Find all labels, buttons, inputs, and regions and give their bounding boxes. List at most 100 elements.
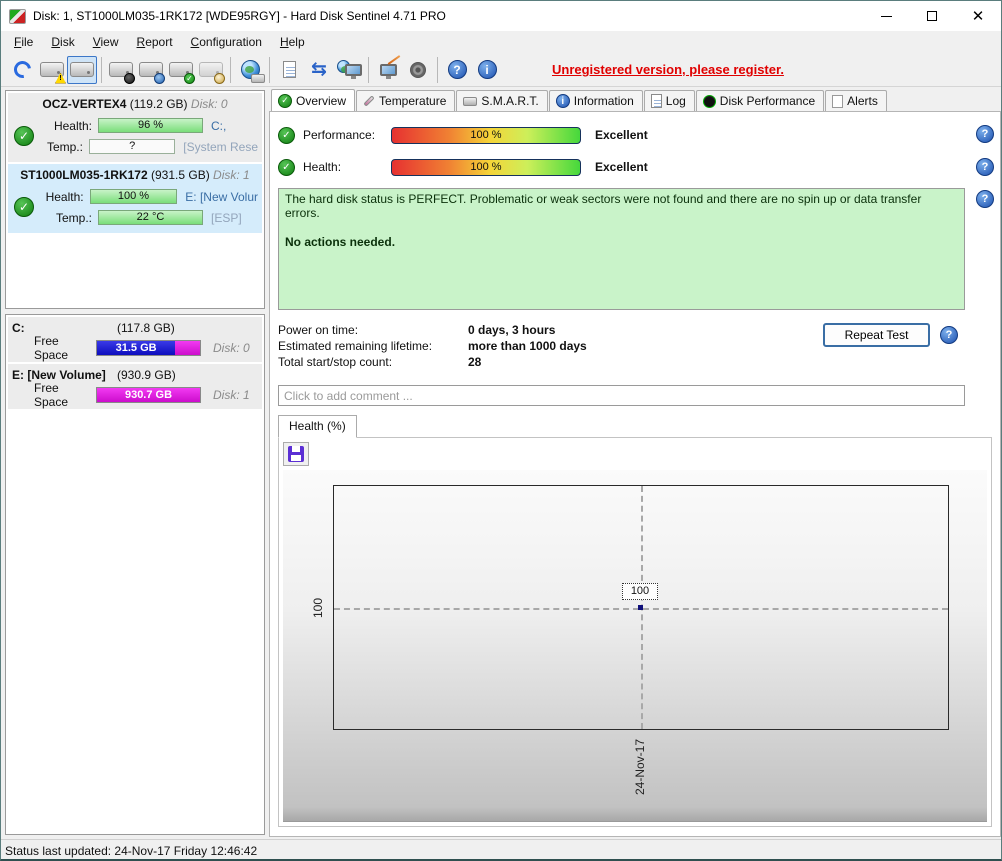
window-title: Disk: 1, ST1000LM035-1RK172 [WDE95RGY] -… [33,9,863,23]
repeat-test-button[interactable]: Repeat Test [823,323,930,347]
temperature-tab-icon [363,95,374,106]
disk-search-icon[interactable] [196,56,226,84]
tab-information[interactable]: i Information [549,90,643,111]
health-chart-tab[interactable]: Health (%) [278,415,357,438]
power-on-time-label: Power on time: [278,322,468,338]
status-message: The hard disk status is PERFECT. Problem… [285,192,958,220]
report-icon[interactable] [274,56,304,84]
temp-label: Temp.: [42,140,83,154]
menu-report[interactable]: Report [128,33,182,51]
information-icon[interactable]: i [472,56,502,84]
menu-view[interactable]: View [84,33,128,51]
disk-size: (119.2 GB) [130,97,188,111]
disk-performance-tab-icon [703,95,716,108]
performance-rating: Excellent [595,128,648,142]
disk-status-textbox: The hard disk status is PERFECT. Problem… [278,188,965,310]
partition-list-panel: C: (117.8 GB) Free Space 31.5 GB Disk: 0 [5,314,265,835]
remaining-lifetime-label: Estimated remaining lifetime: [278,338,468,354]
disk-accept-icon[interactable]: ✓ [166,56,196,84]
disk-item-1-selected[interactable]: ST1000LM035-1RK172 (931.5 GB) Disk: 1 ✓ … [8,164,262,233]
log-tab-icon [651,94,662,108]
free-space-bar: 930.7 GB [96,387,201,403]
unregistered-link[interactable]: Unregistered version, please register. [552,62,784,77]
app-logo-icon [9,9,26,24]
status-bar: Status last updated: 24-Nov-17 Friday 12… [1,839,1001,861]
disk-gauge-icon[interactable] [106,56,136,84]
smart-tab-icon [463,97,477,106]
health-help-icon[interactable]: ? [976,158,994,176]
tab-temperature[interactable]: Temperature [356,90,455,111]
tab-alerts[interactable]: Alerts [825,90,887,111]
performance-help-icon[interactable]: ? [976,125,994,143]
temp-label: Temp.: [42,211,92,225]
partition-disk-number: Disk: 1 [213,388,250,402]
disk-list-panel: OCZ-VERTEX4 (119.2 GB) Disk: 0 ✓ Health:… [5,90,265,309]
tab-disk-performance[interactable]: Disk Performance [696,90,824,111]
disk-test-icon[interactable] [373,56,403,84]
minimize-button[interactable] [863,1,909,31]
comment-input[interactable] [278,385,965,406]
refresh-icon[interactable] [7,56,37,84]
disk-number: Disk: 1 [213,168,250,182]
tab-smart[interactable]: S.M.A.R.T. [456,90,547,111]
disk-size: (931.5 GB) [151,168,210,182]
disk-ok-icon: ✓ [14,126,34,146]
chart-point-label: 100 [622,583,658,600]
status-help-icon[interactable]: ? [976,190,994,208]
repeat-test-help-icon[interactable]: ? [940,326,958,344]
free-space-value: 930.7 GB [97,388,200,402]
temp-bar: 22 °C [98,210,203,225]
sounds-icon[interactable] [403,56,433,84]
tab-overview[interactable]: ✓ Overview [271,89,355,111]
tab-log[interactable]: Log [644,90,695,111]
free-space-value: 31.5 GB [97,341,175,355]
disk-item-0[interactable]: OCZ-VERTEX4 (119.2 GB) Disk: 0 ✓ Health:… [8,93,262,162]
health-bar: 100 % [391,159,581,176]
close-button[interactable]: ✕ [955,1,1001,31]
title-bar: Disk: 1, ST1000LM035-1RK172 [WDE95RGY] -… [1,1,1001,31]
overview-tab-icon: ✓ [278,94,292,108]
save-chart-button[interactable] [283,442,309,466]
menu-disk[interactable]: Disk [42,33,83,51]
close-icon: ✕ [972,9,985,24]
disk-volumes: C:, [211,119,226,133]
partition-item-c[interactable]: C: (117.8 GB) Free Space 31.5 GB Disk: 0 [8,317,262,362]
partition-size: (930.9 GB) [117,368,176,382]
alerts-tab-icon [832,95,843,108]
overview-panel: ✓ Performance: 100 % Excellent ? ✓ Healt… [269,111,1001,837]
health-chart: 100 24-Nov-17 100 [283,470,987,822]
disk-volumes-2: [System Rese [183,140,258,154]
partition-size: (117.8 GB) [117,321,175,335]
performance-ok-icon: ✓ [278,127,295,144]
network-disks-icon[interactable] [235,56,265,84]
health-label: Health: [42,190,84,204]
performance-bar: 100 % [391,127,581,144]
help-icon[interactable]: ? [442,56,472,84]
status-action: No actions needed. [285,235,958,249]
maximize-icon [927,11,937,21]
maximize-button[interactable] [909,1,955,31]
menu-file[interactable]: File [5,33,42,51]
remaining-lifetime-value: more than 1000 days [468,338,587,354]
chart-y-tick: 100 [311,595,325,621]
stats-section: Power on time: 0 days, 3 hours Estimated… [278,322,992,380]
menu-configuration[interactable]: Configuration [182,33,271,51]
sync-icon[interactable]: ⇆ [304,56,334,84]
power-on-time-value: 0 days, 3 hours [468,322,555,338]
tab-bar: ✓ Overview Temperature S.M.A.R.T. i Info… [269,89,1001,111]
remote-monitor-icon[interactable] [334,56,364,84]
free-space-label: Free Space [34,334,96,362]
performance-row: ✓ Performance: 100 % Excellent ? [278,124,992,146]
health-rating: Excellent [595,160,648,174]
health-bar: 96 % [98,118,203,133]
partition-item-e[interactable]: E: [New Volume] (930.9 GB) Free Space 93… [8,364,262,409]
app-window: Disk: 1, ST1000LM035-1RK172 [WDE95RGY] -… [0,0,1002,861]
menu-help[interactable]: Help [271,33,314,51]
disk-detect-icon[interactable] [67,56,97,84]
disk-clock-icon[interactable] [136,56,166,84]
disk-warning-icon[interactable]: ! [37,56,67,84]
disk-ok-icon: ✓ [14,197,34,217]
health-label: Health: [42,119,92,133]
disk-name: OCZ-VERTEX4 [42,97,126,111]
health-label: Health: [303,160,391,174]
